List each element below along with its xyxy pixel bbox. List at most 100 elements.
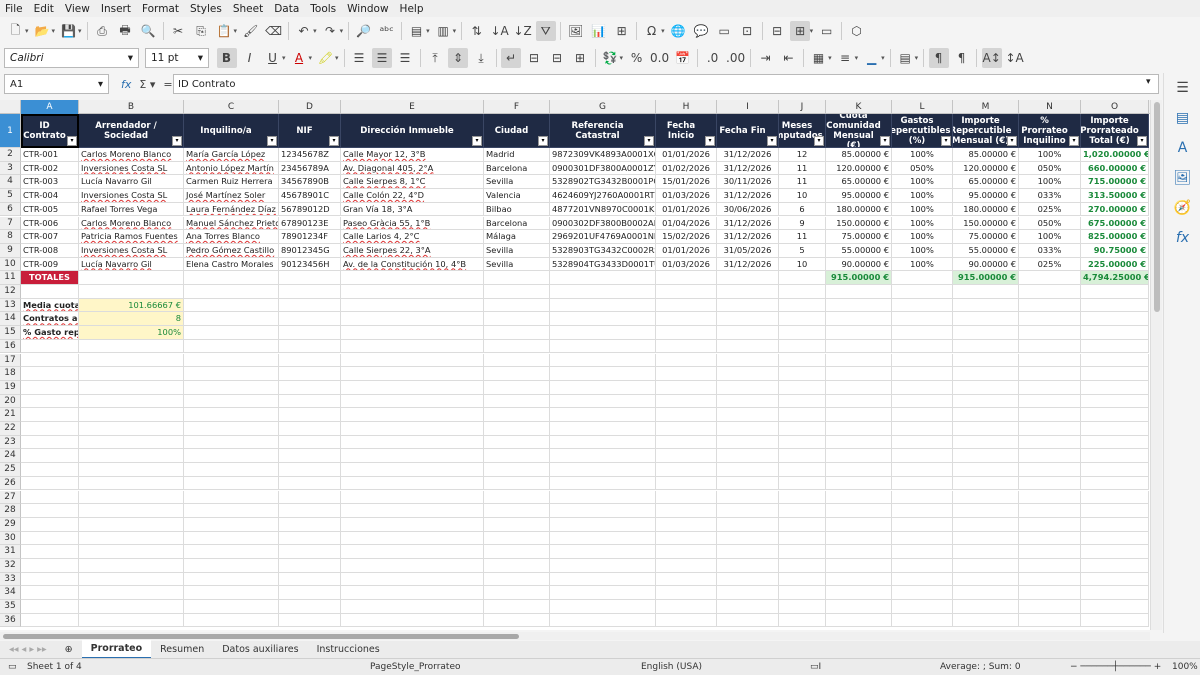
empty-cell[interactable] <box>953 326 1019 340</box>
empty-cell[interactable] <box>341 435 484 450</box>
data-cell[interactable]: 85.00000 € <box>826 148 892 162</box>
empty-cell[interactable] <box>779 476 826 491</box>
empty-cell[interactable] <box>953 463 1019 477</box>
empty-cell[interactable] <box>953 394 1019 409</box>
menu-sheet[interactable]: Sheet <box>233 3 263 15</box>
empty-cell[interactable] <box>1081 353 1149 368</box>
empty-cell[interactable] <box>953 298 1019 313</box>
new-document-icon[interactable]: 🗋 <box>6 21 26 41</box>
freeze-rows-columns-icon[interactable]: ⊟ <box>767 21 787 41</box>
empty-cell[interactable] <box>826 449 892 464</box>
empty-cell[interactable] <box>550 312 656 327</box>
empty-cell[interactable] <box>279 271 341 285</box>
conditional-format-icon[interactable]: ▤ <box>895 48 915 68</box>
empty-cell[interactable] <box>779 463 826 477</box>
empty-cell[interactable] <box>656 339 717 354</box>
empty-cell[interactable] <box>1081 613 1149 628</box>
empty-cell[interactable] <box>892 600 953 614</box>
data-cell[interactable]: 31/12/2026 <box>717 230 779 244</box>
empty-cell[interactable] <box>717 271 779 285</box>
empty-cell[interactable] <box>184 271 279 285</box>
empty-cell[interactable] <box>79 380 184 395</box>
font-name-box[interactable]: Calibri ▾ <box>4 48 139 68</box>
empty-cell[interactable] <box>1019 435 1081 450</box>
add-sheet-icon[interactable]: ⊕ <box>56 641 82 658</box>
copy-icon[interactable]: ⎘ <box>191 21 211 41</box>
empty-cell[interactable] <box>550 559 656 573</box>
row-header-25[interactable]: 25 <box>0 463 21 477</box>
menu-insert[interactable]: Insert <box>101 3 131 15</box>
empty-cell[interactable] <box>79 339 184 354</box>
data-cell[interactable]: 100% <box>1019 175 1081 190</box>
empty-cell[interactable] <box>826 490 892 505</box>
empty-cell[interactable] <box>826 504 892 518</box>
empty-cell[interactable] <box>1081 545 1149 559</box>
empty-cell[interactable] <box>550 545 656 559</box>
data-cell[interactable]: 0900301DF3800A0001ZY <box>550 161 656 176</box>
empty-cell[interactable] <box>779 339 826 354</box>
row-header-15[interactable]: 15 <box>0 326 21 340</box>
empty-cell[interactable] <box>484 394 550 409</box>
empty-cell[interactable] <box>79 353 184 368</box>
row-header-6[interactable]: 6 <box>0 202 21 217</box>
empty-cell[interactable] <box>484 422 550 436</box>
empty-cell[interactable] <box>779 367 826 381</box>
gallery-icon[interactable]: 🖼 <box>1164 163 1200 193</box>
data-cell[interactable]: 56789012D <box>279 202 341 217</box>
comment-icon[interactable]: 💬 <box>691 21 711 41</box>
data-cell[interactable]: 01/01/2026 <box>656 202 717 217</box>
data-cell[interactable]: Av. Diagonal 405, 2°A <box>341 161 484 176</box>
data-cell[interactable]: CTR-006 <box>21 216 79 231</box>
empty-cell[interactable] <box>953 449 1019 464</box>
empty-cell[interactable] <box>826 339 892 354</box>
empty-cell[interactable] <box>279 435 341 450</box>
empty-cell[interactable] <box>279 394 341 409</box>
menu-help[interactable]: Help <box>400 3 424 15</box>
empty-cell[interactable] <box>892 476 953 491</box>
empty-cell[interactable] <box>550 408 656 422</box>
empty-cell[interactable] <box>779 504 826 518</box>
empty-cell[interactable] <box>892 572 953 587</box>
border-style-icon[interactable]: ≡ <box>835 48 855 68</box>
empty-cell[interactable] <box>892 449 953 464</box>
empty-cell[interactable] <box>184 613 279 628</box>
empty-cell[interactable] <box>184 490 279 505</box>
row-header-14[interactable]: 14 <box>0 312 21 327</box>
data-cell[interactable]: Sevilla <box>484 175 550 190</box>
column-header-k[interactable]: K <box>826 100 892 114</box>
empty-cell[interactable] <box>341 367 484 381</box>
data-cell[interactable]: 660.00000 € <box>1081 161 1149 176</box>
empty-cell[interactable] <box>341 504 484 518</box>
empty-cell[interactable] <box>21 531 79 546</box>
empty-cell[interactable] <box>79 476 184 491</box>
empty-cell[interactable] <box>717 367 779 381</box>
header-cell[interactable]: Fecha Inicio ▾ <box>656 114 717 148</box>
empty-cell[interactable] <box>779 326 826 340</box>
empty-cell[interactable] <box>779 517 826 532</box>
data-cell[interactable]: 23456789A <box>279 161 341 176</box>
empty-cell[interactable] <box>184 463 279 477</box>
empty-cell[interactable] <box>1019 353 1081 368</box>
filter-dropdown-icon[interactable]: ▾ <box>67 136 77 146</box>
row-header-1[interactable]: 1 <box>0 114 21 148</box>
data-cell[interactable]: 4877201VN8970C0001KM <box>550 202 656 217</box>
empty-cell[interactable] <box>279 380 341 395</box>
empty-cell[interactable] <box>953 517 1019 532</box>
row-icon[interactable]: ▤ <box>407 21 427 41</box>
data-cell[interactable]: 100% <box>892 257 953 272</box>
total-prorrateado-cell[interactable]: 4,794.25000 € <box>1081 271 1149 285</box>
align-left-icon[interactable]: ☰ <box>349 48 369 68</box>
data-cell[interactable]: 10 <box>779 257 826 272</box>
empty-cell[interactable] <box>21 517 79 532</box>
header-cell[interactable]: Inquilino/a ▾ <box>184 114 279 148</box>
data-cell[interactable]: 100% <box>892 243 953 258</box>
empty-cell[interactable] <box>892 298 953 313</box>
select-all-corner[interactable] <box>0 100 21 114</box>
data-cell[interactable]: 120.00000 € <box>826 161 892 176</box>
empty-cell[interactable] <box>341 463 484 477</box>
empty-cell[interactable] <box>779 271 826 285</box>
empty-cell[interactable] <box>484 545 550 559</box>
empty-cell[interactable] <box>779 531 826 546</box>
row-header-13[interactable]: 13 <box>0 298 21 313</box>
insert-image-icon[interactable]: 🖼 <box>566 21 586 41</box>
